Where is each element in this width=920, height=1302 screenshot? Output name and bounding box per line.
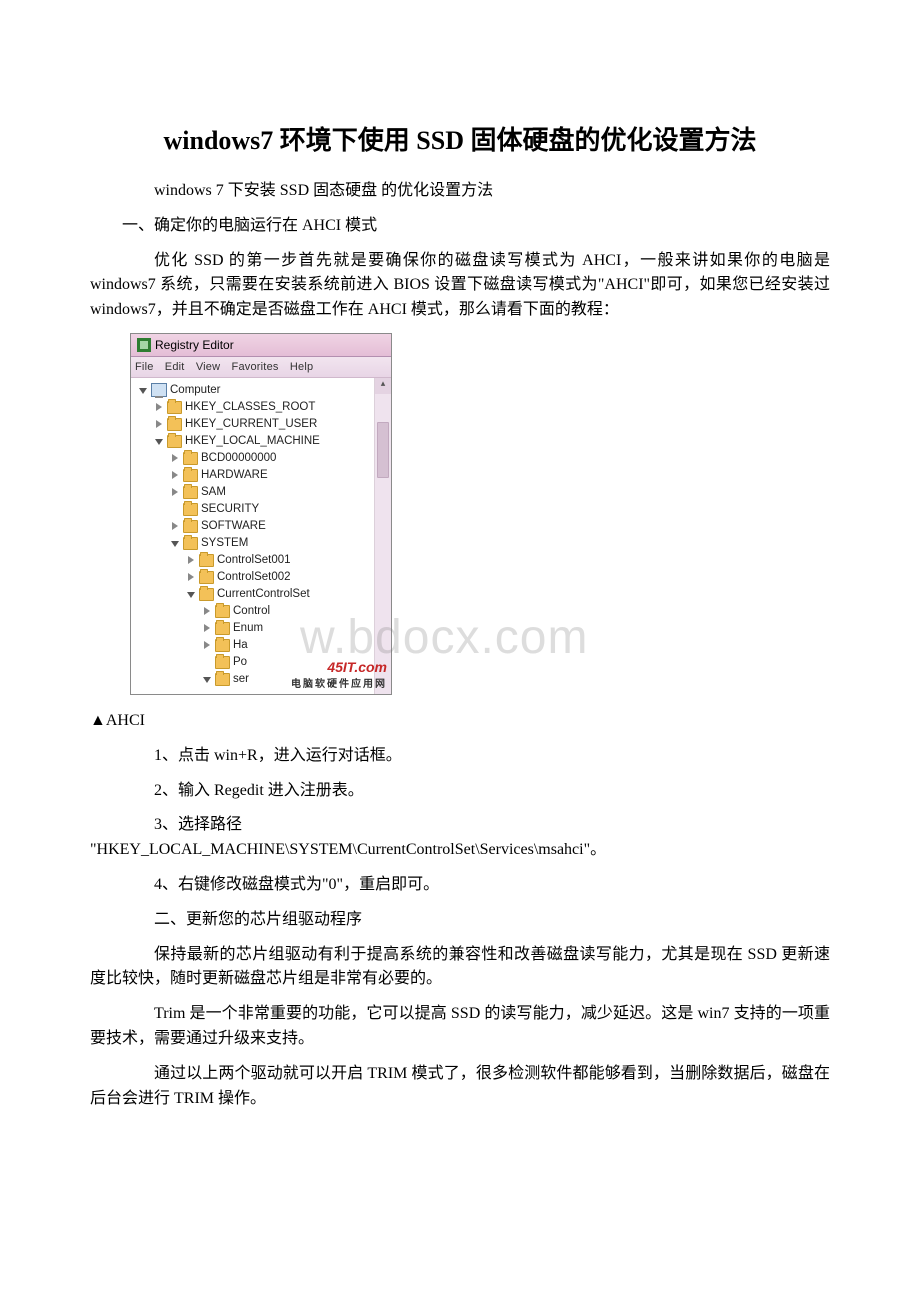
scroll-up-icon: ▴ <box>375 378 391 394</box>
tree-expander-icon <box>155 437 164 446</box>
folder-icon <box>183 537 198 550</box>
section2-heading: 二、更新您的芯片组驱动程序 <box>90 908 830 933</box>
tree-sam: SAM <box>201 484 226 501</box>
tree-ccs: CurrentControlSet <box>217 586 310 603</box>
tree-expander-icon <box>155 403 164 412</box>
folder-icon <box>183 452 198 465</box>
folder-icon <box>183 503 198 516</box>
regedit-scrollbar: ▴ <box>374 378 391 694</box>
regedit-titlebar: Registry Editor <box>131 334 391 357</box>
scroll-thumb <box>377 422 389 478</box>
regedit-tree: Computer HKEY_CLASSES_ROOT HKEY_CURRENT_… <box>131 378 374 694</box>
tree-ha: Ha <box>233 637 248 654</box>
tree-cs002: ControlSet002 <box>217 569 291 586</box>
tree-expander-icon <box>187 590 196 599</box>
image-caption-ahci: ▲AHCI <box>90 709 830 734</box>
tree-security: SECURITY <box>201 501 259 518</box>
computer-icon <box>151 383 167 397</box>
regedit-screenshot: Registry Editor File Edit View Favorites… <box>130 333 392 695</box>
watermark-subtitle: 电脑软硬件应用网 <box>291 675 387 690</box>
tree-expander-icon <box>155 420 164 429</box>
folder-icon <box>215 639 230 652</box>
tree-expander-icon <box>203 675 212 684</box>
tree-expander-icon <box>171 522 180 531</box>
intro-paragraph: windows 7 下安装 SSD 固态硬盘 的优化设置方法 <box>90 179 830 204</box>
step-3b: "HKEY_LOCAL_MACHINE\SYSTEM\CurrentContro… <box>90 838 830 863</box>
section2-body-1: 保持最新的芯片组驱动有利于提高系统的兼容性和改善磁盘读写能力，尤其是现在 SSD… <box>90 943 830 993</box>
tree-software: SOFTWARE <box>201 518 266 535</box>
step-1: 1、点击 win+R，进入运行对话框。 <box>90 744 830 769</box>
tree-expander-icon <box>187 556 196 565</box>
section1-heading: 一、确定你的电脑运行在 AHCI 模式 <box>90 214 830 239</box>
step-4: 4、右键修改磁盘模式为"0"，重启即可。 <box>90 873 830 898</box>
tree-expander-icon <box>203 607 212 616</box>
folder-icon <box>167 418 182 431</box>
tree-expander-icon <box>171 471 180 480</box>
folder-icon <box>167 401 182 414</box>
tree-expander-icon <box>203 624 212 633</box>
folder-icon <box>183 469 198 482</box>
folder-icon <box>215 622 230 635</box>
folder-icon <box>167 435 182 448</box>
tree-expander-icon <box>139 386 148 395</box>
tree-expander-icon <box>171 488 180 497</box>
tree-bcd: BCD00000000 <box>201 450 276 467</box>
tree-ser: ser <box>233 671 249 688</box>
watermark-brand: 45IT <box>327 659 354 675</box>
step-3a: 3、选择路径 <box>90 813 830 838</box>
section2-body-3: 通过以上两个驱动就可以开启 TRIM 模式了，很多检测软件都能够看到，当删除数据… <box>90 1062 830 1112</box>
folder-icon <box>215 673 230 686</box>
regedit-app-icon <box>137 338 151 352</box>
tree-po: Po <box>233 654 247 671</box>
watermark-brand-suffix: .com <box>354 659 387 675</box>
folder-icon <box>183 486 198 499</box>
menu-help: Help <box>290 361 313 373</box>
tree-hardware: HARDWARE <box>201 467 268 484</box>
tree-hklm: HKEY_LOCAL_MACHINE <box>185 433 320 450</box>
section2-body-2: Trim 是一个非常重要的功能，它可以提高 SSD 的读写能力，减少延迟。这是 … <box>90 1002 830 1052</box>
folder-icon <box>183 520 198 533</box>
step-2: 2、输入 Regedit 进入注册表。 <box>90 779 830 804</box>
section1-body: 优化 SSD 的第一步首先就是要确保你的磁盘读写模式为 AHCI，一般来讲如果你… <box>90 249 830 323</box>
tree-expander-icon <box>171 539 180 548</box>
tree-hkcr: HKEY_CLASSES_ROOT <box>185 399 315 416</box>
menu-view: View <box>196 361 220 373</box>
menu-file: File <box>135 361 154 373</box>
tree-cs001: ControlSet001 <box>217 552 291 569</box>
regedit-menubar: File Edit View Favorites Help <box>131 357 391 378</box>
tree-hkcu: HKEY_CURRENT_USER <box>185 416 317 433</box>
menu-favorites: Favorites <box>232 361 279 373</box>
page-title: windows7 环境下使用 SSD 固体硬盘的优化设置方法 <box>90 120 830 157</box>
tree-expander-icon <box>187 573 196 582</box>
folder-icon <box>215 605 230 618</box>
folder-icon <box>199 588 214 601</box>
tree-control: Control <box>233 603 270 620</box>
folder-icon <box>199 571 214 584</box>
regedit-title-text: Registry Editor <box>155 334 234 356</box>
tree-enum: Enum <box>233 620 263 637</box>
image-source-watermark: 45IT.com 电脑软硬件应用网 <box>291 659 387 690</box>
tree-expander-icon <box>203 641 212 650</box>
tree-expander-icon <box>171 454 180 463</box>
menu-edit: Edit <box>165 361 185 373</box>
folder-icon <box>215 656 230 669</box>
tree-computer: Computer <box>170 382 221 399</box>
tree-system: SYSTEM <box>201 535 248 552</box>
folder-icon <box>199 554 214 567</box>
